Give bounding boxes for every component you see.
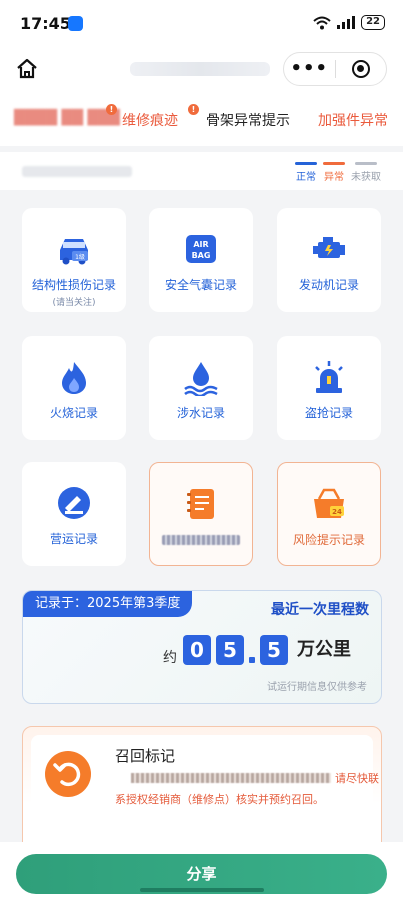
card-operation[interactable]: 营运记录 — [22, 462, 126, 566]
legend-unknown-swatch — [355, 162, 377, 165]
fire-icon — [62, 362, 86, 394]
card-label: 发动机记录 — [298, 278, 359, 292]
card-sublabel: (请当关注) — [52, 298, 96, 308]
engine-icon — [313, 237, 345, 258]
svg-text:BAG: BAG — [192, 251, 211, 260]
tab-redacted[interactable]: ████ ██ ███ — [14, 110, 120, 126]
miniapp-capsule: ••• — [283, 52, 387, 86]
legend-abnormal: 异常 — [323, 162, 345, 183]
legend-row: 正常 异常 未获取 — [0, 152, 403, 190]
signal-icon — [337, 16, 356, 29]
document-icon — [187, 489, 214, 519]
tab-reinforcement-abnormal[interactable]: 加强件异常 — [318, 110, 388, 130]
svg-text:AIR: AIR — [193, 240, 208, 249]
legend-normal-swatch — [295, 162, 317, 165]
legend-unknown: 未获取 — [351, 162, 381, 183]
water-icon — [184, 362, 218, 396]
recall-content: 召回标记 请尽快联 系授权经销商（维修点）核实并预约召回。 — [31, 735, 379, 819]
card-label: 风险提示记录 — [292, 533, 365, 547]
mileage-digit: 0 — [183, 635, 211, 665]
wifi-icon — [313, 16, 331, 29]
card-structural-damage[interactable]: 1级 结构性损伤记录 (请当关注) — [22, 208, 126, 312]
card-maintenance-redacted[interactable] — [149, 462, 253, 566]
car-damage-icon: 1级 — [60, 239, 88, 265]
legend-normal: 正常 — [295, 162, 317, 183]
card-risk-alert[interactable]: 24 风险提示记录 — [277, 462, 381, 566]
recall-title: 召回标记 — [115, 747, 176, 765]
mileage-decimal-point — [249, 657, 255, 663]
nav-bar: ••• — [0, 46, 403, 92]
tab-badge: ! — [188, 104, 199, 115]
mileage-title: 最近一次里程数 — [271, 602, 369, 618]
legend-abnormal-swatch — [323, 162, 345, 165]
home-indicator — [140, 888, 264, 892]
tab-repair-traces[interactable]: 维修痕迹 — [122, 110, 178, 130]
section-title-redacted — [22, 166, 132, 177]
card-airbag[interactable]: AIR BAG 安全气囊记录 — [149, 208, 253, 312]
status-bar: 17:45 22 — [0, 0, 403, 46]
recall-card: 召回标记 请尽快联 系授权经销商（维修点）核实并预约召回。 — [22, 726, 382, 856]
mileage-digit: 5 — [216, 635, 244, 665]
card-label: 营运记录 — [49, 532, 98, 546]
close-button[interactable] — [336, 60, 387, 78]
card-fire[interactable]: 火烧记录 — [22, 336, 126, 440]
card-label: 涉水记录 — [176, 406, 225, 420]
mileage-digit: 5 — [260, 635, 288, 665]
card-label-redacted — [162, 535, 240, 545]
mileage-record-date: 记录于：2025年第3季度 — [23, 591, 193, 617]
battery-icon: 22 — [361, 15, 385, 30]
mileage-disclaimer: 试运行期信息仅供参考 — [267, 682, 367, 693]
home-icon[interactable] — [15, 57, 39, 81]
close-icon — [351, 60, 370, 78]
mileage-unit: 万公里 — [297, 639, 351, 660]
svg-text:1级: 1级 — [75, 253, 85, 261]
legend: 正常 异常 未获取 — [295, 162, 381, 183]
alarm-icon — [315, 361, 343, 393]
recall-text-redacted — [131, 773, 331, 783]
operation-icon — [58, 487, 90, 519]
more-button[interactable]: ••• — [284, 54, 335, 84]
card-theft[interactable]: 盗抢记录 — [277, 336, 381, 440]
category-tabs: ████ ██ ███ ! 维修痕迹 ! 骨架异常提示 加强件异常 — [0, 92, 403, 146]
recall-icon — [45, 751, 91, 797]
card-label: 安全气囊记录 — [164, 278, 237, 292]
risk-icon: 24 — [314, 488, 344, 518]
app-notification-icon — [68, 16, 83, 31]
mileage-digits: 0 5 5 万公里 — [183, 635, 351, 665]
tab-badge: ! — [106, 104, 117, 115]
svg-text:24: 24 — [332, 508, 342, 516]
status-time: 17:45 — [20, 14, 71, 33]
card-label: 盗抢记录 — [304, 406, 353, 420]
card-water[interactable]: 涉水记录 — [149, 336, 253, 440]
card-label: 火烧记录 — [49, 406, 98, 420]
page-title-redacted — [130, 62, 270, 76]
status-icons: 22 — [313, 15, 385, 30]
mileage-approx: 约 — [163, 650, 177, 666]
airbag-icon: AIR BAG — [186, 235, 216, 263]
card-label: 结构性损伤记录 — [31, 278, 116, 292]
mileage-card: 记录于：2025年第3季度 最近一次里程数 约 0 5 5 万公里 试运行期信息… — [22, 590, 382, 704]
recall-hint: 请尽快联 — [335, 772, 379, 785]
recall-description: 系授权经销商（维修点）核实并预约召回。 — [115, 793, 324, 806]
tab-frame-abnormal[interactable]: 骨架异常提示 — [206, 110, 290, 130]
card-engine[interactable]: 发动机记录 — [277, 208, 381, 312]
